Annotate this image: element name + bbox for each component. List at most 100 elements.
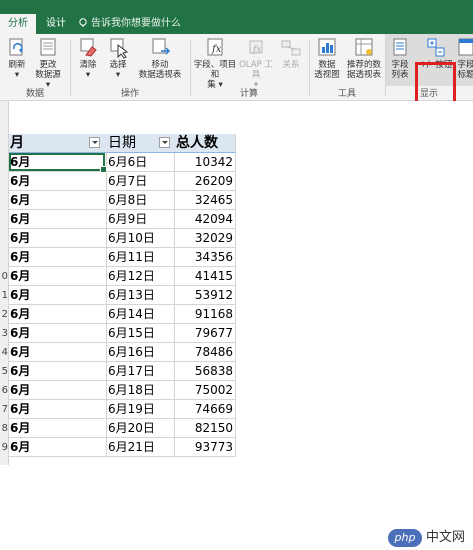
row-number[interactable] [0, 248, 8, 267]
field-headers-icon [458, 38, 473, 56]
cell-total[interactable]: 53912 [173, 286, 236, 305]
filter-dropdown-icon[interactable] [159, 137, 170, 148]
cell-month[interactable]: 6月 [9, 248, 107, 267]
cell-month[interactable]: 6月 [9, 362, 107, 381]
tab-analyze[interactable]: 分析 [0, 14, 36, 34]
row-number[interactable] [0, 172, 8, 191]
clear-button[interactable]: 清除 ▾ [74, 37, 102, 80]
plus-minus-icon [427, 38, 445, 57]
cell-date[interactable]: 6月10日 [106, 229, 175, 248]
cell-date[interactable]: 6月14日 [106, 305, 175, 324]
spreadsheet-grid[interactable]: 月 日期 总人数 6月 6月6日 10342 6月 6月7日 26209 6月 6月8日 324… [0, 101, 473, 550]
cell-date[interactable]: 6月11日 [106, 248, 175, 267]
cell-total[interactable]: 93773 [173, 438, 236, 457]
table-row: 6月 6月9日 42094 [0, 210, 473, 229]
refresh-icon [9, 38, 23, 56]
row-number[interactable] [0, 191, 8, 210]
cell-month[interactable]: 6月 [9, 400, 107, 419]
cell-date[interactable]: 6月20日 [106, 419, 175, 438]
cell-date[interactable]: 6月19日 [106, 400, 175, 419]
field-list-button[interactable]: 字段 列表 [387, 37, 413, 80]
svg-text:fx: fx [252, 45, 261, 55]
row-number[interactable]: 2 [0, 305, 8, 324]
cell-date[interactable]: 6月13日 [106, 286, 175, 305]
cell-total[interactable]: 91168 [173, 305, 236, 324]
relationships-icon [281, 40, 301, 56]
row-number[interactable] [0, 210, 8, 229]
row-number[interactable]: 5 [0, 362, 8, 381]
tab-design[interactable]: 设计 [38, 14, 74, 34]
cell-total[interactable]: 41415 [173, 267, 236, 286]
cell-total[interactable]: 75002 [173, 381, 236, 400]
cell-date[interactable]: 6月18日 [106, 381, 175, 400]
cell-total[interactable]: 34356 [173, 248, 236, 267]
move-pivot-button[interactable]: 移动 数据透视表 [133, 37, 187, 80]
ribbon-tab-bar: 分析 设计 告诉我你想要做什么 [0, 0, 473, 34]
cell-month[interactable]: 6月 [9, 172, 107, 191]
cell-date[interactable]: 6月17日 [106, 362, 175, 381]
cell-date[interactable]: 6月7日 [106, 172, 175, 191]
cell-total[interactable]: 78486 [173, 343, 236, 362]
cell-date[interactable]: 6月8日 [106, 191, 175, 210]
cell-month[interactable]: 6月 [9, 191, 107, 210]
cell-month[interactable]: 6月 [9, 267, 107, 286]
change-data-source-button[interactable]: 更改 数据源 ▾ [32, 37, 64, 90]
field-list-icon [393, 38, 407, 56]
row-number[interactable]: 7 [0, 400, 8, 419]
recommended-pivot-button[interactable]: 推荐的数 据透视表 [344, 37, 384, 80]
table-row: 6月 6月11日 34356 [0, 248, 473, 267]
refresh-button[interactable]: 刷新 ▾ [3, 37, 31, 80]
php-logo: php [388, 529, 422, 547]
row-number[interactable] [0, 153, 8, 172]
row-number[interactable]: 1 [0, 286, 8, 305]
pivot-chart-button[interactable]: 数据 透视图 [311, 37, 343, 80]
table-row: 3 6月 6月15日 79677 [0, 324, 473, 343]
select-button[interactable]: 选择 ▾ [104, 37, 132, 80]
row-number[interactable]: 4 [0, 343, 8, 362]
row-number[interactable] [0, 229, 8, 248]
table-row: 7 6月 6月19日 74669 [0, 400, 473, 419]
cell-date[interactable]: 6月12日 [106, 267, 175, 286]
fields-items-sets-button[interactable]: fx 字段、项目和集 ▾ [192, 37, 238, 90]
table-row: 4 6月 6月16日 78486 [0, 343, 473, 362]
header-month[interactable]: 月 [9, 134, 107, 153]
row-number[interactable]: 9 [0, 438, 8, 457]
cell-date[interactable]: 6月21日 [106, 438, 175, 457]
cell-date[interactable]: 6月16日 [106, 343, 175, 362]
cell-date[interactable]: 6月9日 [106, 210, 175, 229]
table-row: 2 6月 6月14日 91168 [0, 305, 473, 324]
cell-total[interactable]: 74669 [173, 400, 236, 419]
cell-total[interactable]: 26209 [173, 172, 236, 191]
cell-date[interactable]: 6月6日 [106, 153, 175, 172]
cell-month[interactable]: 6月 [9, 343, 107, 362]
cell-month[interactable]: 6月 [9, 286, 107, 305]
cell-month[interactable]: 6月 [9, 381, 107, 400]
row-number[interactable]: 0 [0, 267, 8, 286]
move-table-icon [152, 38, 171, 55]
cell-month[interactable]: 6月 [9, 210, 107, 229]
cell-total[interactable]: 56838 [173, 362, 236, 381]
cell-total[interactable]: 32029 [173, 229, 236, 248]
cell-month[interactable]: 6月 [9, 324, 107, 343]
cell-month[interactable]: 6月 [9, 305, 107, 324]
tell-me-text: 告诉我你想要做什么 [91, 18, 181, 29]
cell-total[interactable]: 10342 [173, 153, 236, 172]
row-number[interactable]: 6 [0, 381, 8, 400]
row-number[interactable]: 8 [0, 419, 8, 438]
cell-total[interactable]: 82150 [173, 419, 236, 438]
filter-dropdown-icon[interactable] [89, 137, 100, 148]
olap-tools-button[interactable]: fx OLAP 工具 ▾ [238, 37, 274, 90]
header-total[interactable]: 总人数 [173, 134, 236, 153]
cell-total[interactable]: 42094 [173, 210, 236, 229]
cell-month[interactable]: 6月 [9, 419, 107, 438]
header-date[interactable]: 日期 [106, 134, 175, 153]
relationships-button[interactable]: 关系 [277, 37, 305, 70]
cell-month[interactable]: 6月 [9, 438, 107, 457]
cell-total[interactable]: 32465 [173, 191, 236, 210]
field-headers-button[interactable]: 字段 标题 [456, 37, 473, 80]
cell-total[interactable]: 79677 [173, 324, 236, 343]
cell-date[interactable]: 6月15日 [106, 324, 175, 343]
tell-me-box[interactable]: 告诉我你想要做什么 [78, 14, 181, 34]
cell-month[interactable]: 6月 [9, 229, 107, 248]
row-number[interactable]: 3 [0, 324, 8, 343]
